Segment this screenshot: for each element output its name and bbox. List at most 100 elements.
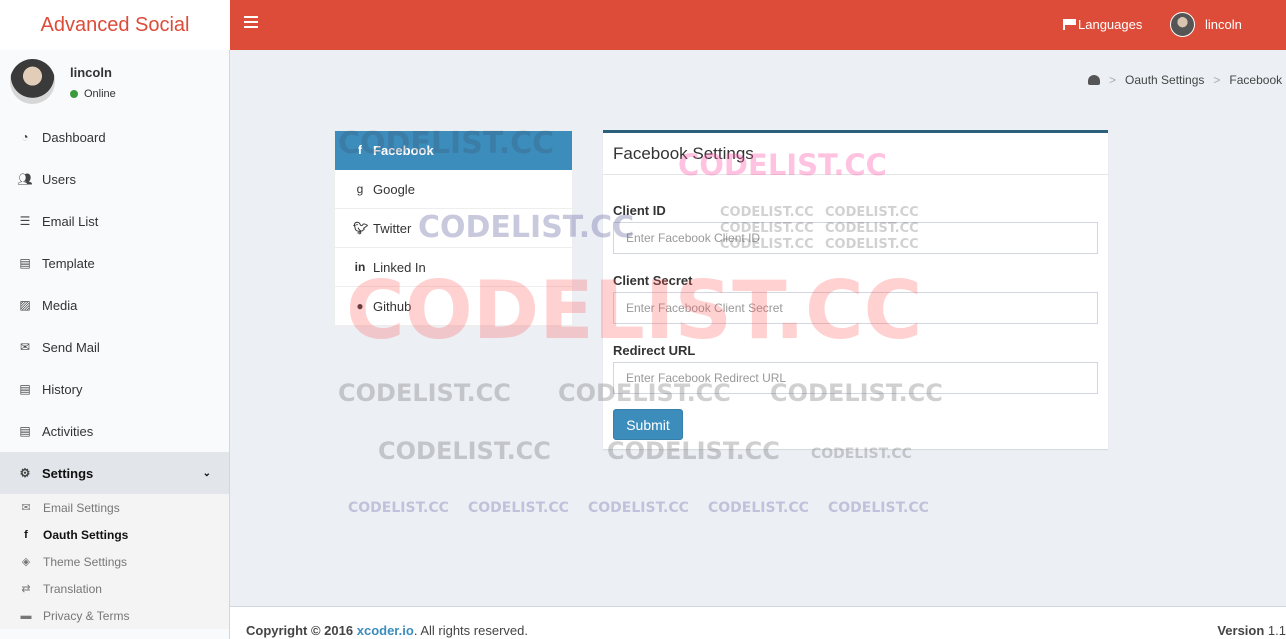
provider-github[interactable]: ● Github [335, 287, 572, 326]
sidebar-item-media[interactable]: ▨ Media [0, 284, 229, 326]
breadcrumb: > Oauth Settings > Facebook [1088, 73, 1282, 87]
submit-button[interactable]: Submit [613, 409, 683, 440]
footer-link[interactable]: xcoder.io [357, 623, 414, 638]
top-navbar: Languages lincoln [230, 0, 1286, 50]
linkedin-icon: in [354, 260, 366, 274]
sidebar-subitem-oauth-settings[interactable]: f Oauth Settings [0, 521, 229, 548]
card-title: Facebook Settings [603, 133, 1108, 175]
sidebar-item-label: Media [42, 297, 78, 313]
sidebar-item-label: Settings [42, 465, 94, 481]
sidebar-item-settings[interactable]: ⚙ Settings ⌄ [0, 452, 229, 494]
provider-label: Linked In [373, 259, 426, 275]
github-icon: ● [356, 299, 364, 313]
user-status-label: Online [84, 88, 116, 100]
template-icon: ▤ [19, 256, 31, 270]
sidebar-subitem-label: Oauth Settings [43, 527, 129, 542]
list-icon: ☰ [19, 214, 31, 228]
users-icon: 👥︎ [17, 172, 33, 186]
rights-text: . All rights reserved. [413, 623, 528, 638]
sidebar-subitem-label: Privacy & Terms [43, 608, 130, 623]
user-panel-name: lincoln [70, 65, 112, 80]
client-id-label: Client ID [613, 203, 666, 218]
sidebar-item-email-list[interactable]: ☰ Email List [0, 200, 229, 242]
user-menu[interactable]: lincoln [1170, 12, 1242, 37]
user-status: Online [70, 88, 116, 100]
copyright: Copyright © 2016 xcoder.io. All rights r… [246, 623, 528, 638]
user-menu-name: lincoln [1205, 17, 1242, 32]
provider-facebook[interactable]: f Facebook [335, 131, 572, 170]
archive-icon: ▬ [20, 609, 32, 622]
sidebar-item-label: History [42, 381, 83, 397]
watermark: CODELIST.CC [828, 500, 929, 516]
sidebar-subitem-privacy-terms[interactable]: ▬ Privacy & Terms [0, 602, 229, 629]
codepen-icon: ◈ [21, 556, 31, 568]
version-value: 1.1 [1267, 623, 1286, 638]
provider-label: Google [373, 181, 415, 197]
sidebar-item-label: Dashboard [42, 129, 106, 145]
provider-linkedin[interactable]: in Linked In [335, 248, 572, 287]
client-id-input[interactable] [613, 222, 1098, 254]
languages-menu[interactable]: Languages [1063, 17, 1142, 32]
version: Version 1.1 [1217, 623, 1286, 638]
provider-label: Github [373, 298, 412, 314]
sidebar-item-template[interactable]: ▤ Template [0, 242, 229, 284]
watermark: CODELIST.CC [708, 500, 809, 516]
sidebar: lincoln Online ◔ Dashboard 👥︎ Users ☰ Em… [0, 50, 230, 639]
hamburger-menu-icon[interactable] [244, 16, 258, 30]
sidebar-item-label: Email List [42, 213, 99, 229]
watermark: CODELIST.CC [348, 500, 449, 516]
client-secret-input[interactable] [613, 292, 1098, 324]
sidebar-item-dashboard[interactable]: ◔ Dashboard [0, 116, 229, 158]
online-dot-icon [70, 90, 78, 98]
sidebar-item-users[interactable]: 👥︎ Users [0, 158, 229, 200]
sidebar-subitem-theme-settings[interactable]: ◈ Theme Settings [0, 548, 229, 575]
provider-twitter[interactable]: 🐦︎ Twitter [335, 209, 572, 248]
dashboard-icon[interactable] [1088, 75, 1100, 85]
translate-icon: ⇄ [21, 583, 31, 595]
history-icon: ▤ [19, 382, 31, 396]
dashboard-icon: ◔ [21, 130, 29, 144]
user-panel: lincoln Online [0, 50, 229, 116]
provider-google[interactable]: g Google [335, 170, 572, 209]
user-avatar [10, 59, 55, 104]
brand-logo[interactable]: Advanced Social [0, 0, 230, 50]
breadcrumb-item-oauth[interactable]: Oauth Settings [1125, 73, 1204, 87]
version-label: Version [1217, 623, 1265, 638]
breadcrumb-item-facebook: Facebook [1229, 73, 1283, 87]
activities-icon: ▤ [19, 424, 31, 438]
chevron-down-icon: ⌄ [202, 467, 211, 479]
avatar [1170, 12, 1195, 37]
languages-label: Languages [1078, 17, 1143, 32]
sidebar-item-label: Template [42, 255, 95, 271]
footer: Copyright © 2016 xcoder.io. All rights r… [230, 606, 1286, 639]
sidebar-subitem-label: Translation [43, 581, 102, 596]
oauth-provider-list: f Facebook g Google 🐦︎ Twitter in Linked… [334, 130, 573, 327]
watermark: CODELIST.CC [338, 379, 511, 407]
gears-icon: ⚙ [19, 466, 31, 480]
envelope-icon: ✉ [19, 340, 31, 354]
sidebar-item-activities[interactable]: ▤ Activities [0, 410, 229, 452]
watermark: CODELIST.CC [588, 500, 689, 516]
facebook-icon: f [24, 528, 28, 541]
settings-submenu: ✉ Email Settings f Oauth Settings ◈ Them… [0, 494, 229, 629]
client-secret-label: Client Secret [613, 273, 693, 288]
redirect-url-label: Redirect URL [613, 343, 696, 358]
sidebar-item-label: Activities [42, 423, 94, 439]
facebook-settings-card: Facebook Settings Client ID Client Secre… [603, 130, 1108, 449]
sidebar-subitem-label: Theme Settings [43, 554, 128, 569]
sidebar-item-label: Send Mail [42, 339, 100, 355]
image-icon: ▨ [19, 298, 31, 312]
sidebar-item-history[interactable]: ▤ History [0, 368, 229, 410]
flag-icon [1063, 19, 1076, 30]
sidebar-subitem-translation[interactable]: ⇄ Translation [0, 575, 229, 602]
watermark: CODELIST.CC [378, 437, 551, 465]
redirect-url-input[interactable] [613, 362, 1098, 394]
sidebar-subitem-label: Email Settings [43, 500, 120, 515]
breadcrumb-separator: > [1109, 73, 1117, 87]
sidebar-subitem-email-settings[interactable]: ✉ Email Settings [0, 494, 229, 521]
provider-label: Twitter [373, 220, 412, 236]
copyright-text: Copyright © 2016 [246, 623, 354, 638]
sidebar-item-send-mail[interactable]: ✉ Send Mail [0, 326, 229, 368]
watermark: CODELIST.CC [468, 500, 569, 516]
sidebar-item-label: Users [42, 171, 76, 187]
